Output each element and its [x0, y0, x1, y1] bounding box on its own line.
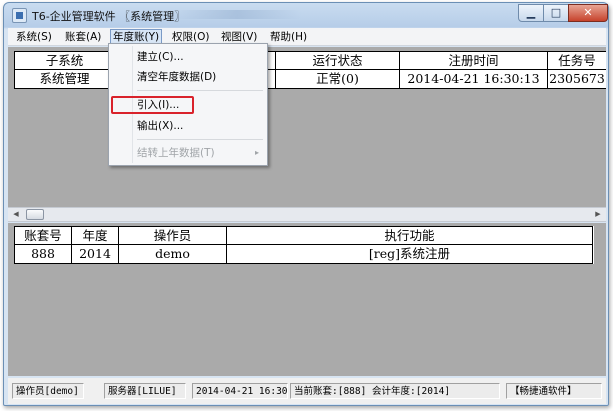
- subsystem-panel: 子系统 运行状态 注册时间 任务号 系统管理 正常(0) 2014-04-21 …: [8, 47, 606, 207]
- main-window: T6-企业管理软件 〖系统管理〗 ▁ □ ✕ 系统(S) 账套(A) 年度账(Y…: [3, 2, 609, 406]
- title-glass-blur: [172, 10, 302, 19]
- title-bar[interactable]: T6-企业管理软件 〖系统管理〗 ▁ □ ✕: [4, 3, 608, 27]
- col-register-time[interactable]: 注册时间: [400, 51, 548, 70]
- menu-system[interactable]: 系统(S): [14, 30, 54, 45]
- menu-help[interactable]: 帮助(H): [268, 30, 309, 45]
- submenu-arrow-icon: ▸: [254, 148, 259, 157]
- col-task-id[interactable]: 任务号: [548, 51, 606, 70]
- menu-bar: 系统(S) 账套(A) 年度账(Y) 权限(O) 视图(V) 帮助(H): [8, 28, 606, 46]
- menu-item-label: 结转上年数据(T): [137, 147, 215, 159]
- scroll-right-arrow-icon[interactable]: ▶: [590, 208, 606, 221]
- status-datetime: 2014-04-21 16:30: [192, 383, 288, 399]
- cell-run-status: 正常(0): [276, 70, 400, 89]
- import-highlight-box: [111, 96, 194, 114]
- maximize-button[interactable]: □: [543, 4, 569, 22]
- cell-subsystem: 系统管理: [14, 70, 115, 89]
- operation-log-panel: 账套号 年度 操作员 执行功能 888 2014 demo [reg]系统注册: [8, 223, 606, 376]
- table-row[interactable]: 系统管理 正常(0) 2014-04-21 16:30:13 2305673: [14, 70, 606, 89]
- menu-item-clear-year-data[interactable]: 清空年度数据(D): [111, 67, 265, 87]
- col-operator[interactable]: 操作员: [119, 226, 227, 245]
- table-row[interactable]: 888 2014 demo [reg]系统注册: [14, 245, 594, 264]
- horizontal-scrollbar[interactable]: ◀ ▶: [8, 207, 606, 222]
- cell-year: 2014: [72, 245, 119, 264]
- col-function[interactable]: 执行功能: [227, 226, 593, 245]
- subsystem-header-row: 子系统 运行状态 注册时间 任务号: [14, 51, 606, 70]
- menu-item-label: 建立(C)...: [137, 51, 184, 63]
- menu-item-label: 输出(X)...: [137, 120, 184, 132]
- cell-operator: demo: [119, 245, 227, 264]
- cell-account-no: 888: [14, 245, 72, 264]
- menu-item-create[interactable]: 建立(C)...: [111, 47, 265, 67]
- status-bar: 操作员[demo] 服务器[LILUE] 2014-04-21 16:30 当前…: [8, 378, 606, 404]
- col-subsystem[interactable]: 子系统: [14, 51, 115, 70]
- menu-account[interactable]: 账套(A): [63, 30, 103, 45]
- log-header-row: 账套号 年度 操作员 执行功能: [14, 226, 594, 245]
- window-title: T6-企业管理软件 〖系统管理〗: [32, 10, 186, 23]
- app-icon[interactable]: [12, 8, 27, 23]
- menu-separator: [137, 90, 263, 91]
- scroll-left-arrow-icon[interactable]: ◀: [8, 208, 24, 221]
- status-server: 服务器[LILUE]: [104, 383, 186, 399]
- col-account-no[interactable]: 账套号: [14, 226, 72, 245]
- close-button[interactable]: ✕: [568, 4, 608, 22]
- menu-item-label: 清空年度数据(D): [137, 71, 217, 83]
- scroll-thumb[interactable]: [26, 209, 44, 220]
- cell-function: [reg]系统注册: [227, 245, 593, 264]
- col-year[interactable]: 年度: [72, 226, 119, 245]
- minimize-button[interactable]: ▁: [518, 4, 544, 22]
- cell-task-id: 2305673: [548, 70, 606, 89]
- col-run-status[interactable]: 运行状态: [276, 51, 400, 70]
- menu-separator: [137, 139, 263, 140]
- menu-item-export[interactable]: 输出(X)...: [111, 116, 265, 136]
- status-operator: 操作员[demo]: [12, 383, 84, 399]
- status-brand: 【畅捷通软件】: [506, 383, 602, 399]
- status-account-year: 当前账套:[888] 会计年度:[2014]: [290, 383, 500, 399]
- menu-item-carry-forward: 结转上年数据(T) ▸: [111, 143, 265, 163]
- cell-register-time: 2014-04-21 16:30:13: [400, 70, 548, 89]
